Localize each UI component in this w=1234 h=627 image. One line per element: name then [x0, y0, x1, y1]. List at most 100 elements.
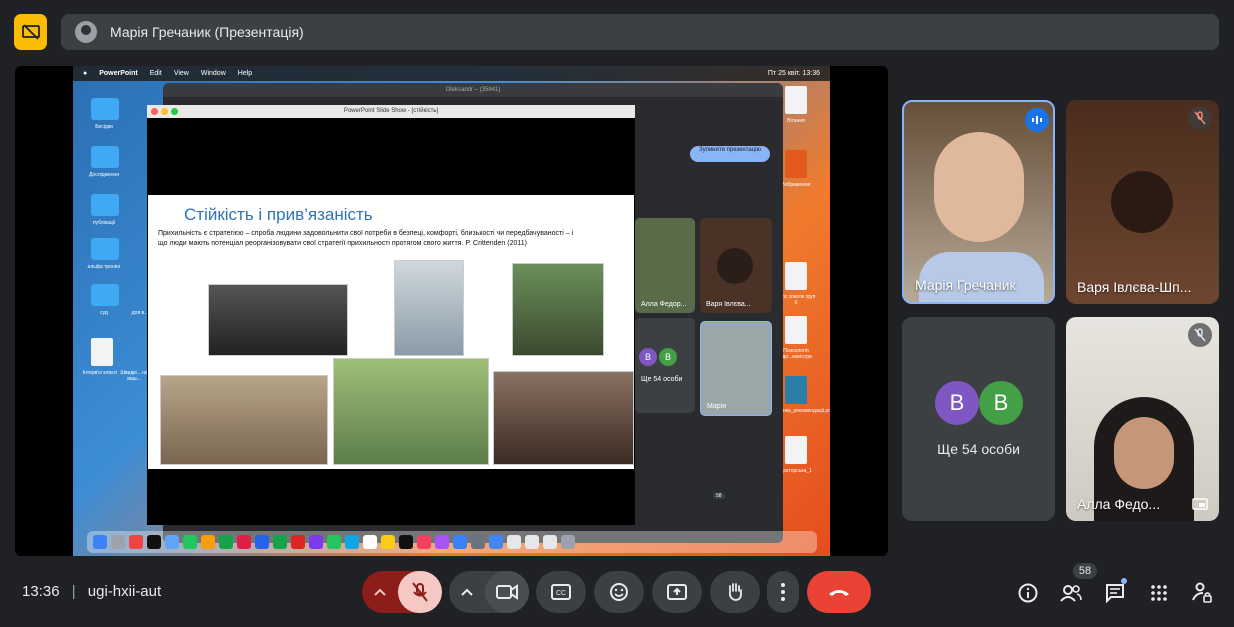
- chevron-up-icon: [374, 588, 386, 596]
- apps-grid-icon: [1151, 585, 1167, 601]
- chat-button[interactable]: [1102, 578, 1128, 606]
- folder-icon: [91, 238, 119, 260]
- others-label: Ще 54 особи: [937, 441, 1020, 457]
- background-window-title: Oleksandr – (35841): [163, 83, 783, 97]
- mini-tile-varia: Варя Івлєва...: [700, 218, 772, 313]
- mini-avatar-b: B: [639, 348, 657, 366]
- document-icon: [91, 338, 113, 366]
- emoji-icon: [610, 583, 628, 601]
- close-window-icon[interactable]: [151, 108, 158, 115]
- mac-dock: [87, 531, 817, 553]
- mic-options-button[interactable]: [362, 588, 398, 596]
- presenter-label: Марія Гречаник (Презентація): [110, 24, 304, 40]
- camera-icon: [496, 584, 518, 600]
- participant-name: Марія Гречаник: [915, 277, 1016, 293]
- app-icon: [201, 535, 215, 549]
- participant-name: Варя Івлєва-Шп...: [1077, 279, 1192, 295]
- music-icon: [417, 535, 431, 549]
- chat-icon: [1106, 584, 1124, 603]
- launchpad-icon: [111, 535, 125, 549]
- menubar-view: View: [173, 70, 189, 77]
- folder-icon: [91, 98, 119, 120]
- messages-icon: [183, 535, 197, 549]
- frame-icon[interactable]: [1192, 497, 1208, 515]
- desktop-label: Бесідки: [95, 124, 113, 130]
- chat-notification-dot: [1121, 578, 1127, 584]
- slide: Стійкість і прив’язаність Прихильність є…: [148, 195, 634, 469]
- photo-ducks: [160, 375, 328, 465]
- pin-presentation-button[interactable]: [14, 14, 47, 50]
- facetime-icon: [219, 535, 233, 549]
- image-file-icon: [785, 150, 807, 178]
- others-tile[interactable]: B B Ще 54 особи: [902, 317, 1055, 521]
- photo-koala: [333, 358, 489, 465]
- whatsapp-icon: [327, 535, 341, 549]
- camera-control-group: [449, 571, 529, 613]
- raise-hand-button[interactable]: [710, 571, 760, 613]
- calendar-icon: [363, 535, 377, 549]
- mini-tile-others: B B Ще 54 особи: [635, 318, 695, 413]
- people-icon: [1060, 585, 1082, 602]
- present-button[interactable]: [652, 571, 702, 613]
- captions-button[interactable]: CC: [536, 571, 586, 613]
- reactions-button[interactable]: [594, 571, 644, 613]
- activities-button[interactable]: [1146, 580, 1172, 606]
- app-icon: [237, 535, 251, 549]
- slide-title: Стійкість і прив’язаність: [184, 205, 373, 224]
- folder-icon: [91, 146, 119, 168]
- podcasts-icon: [435, 535, 449, 549]
- app-icon: [129, 535, 143, 549]
- menubar-app: PowerPoint: [99, 70, 138, 77]
- desktop-label: публікації: [92, 220, 116, 226]
- mic-toggle-button[interactable]: [398, 571, 442, 613]
- mini-tile-name: Марія: [707, 403, 727, 410]
- powerpoint-icon: [291, 535, 305, 549]
- safari-icon: [165, 535, 179, 549]
- document-icon: [785, 262, 807, 290]
- meeting-details-button[interactable]: [1015, 580, 1041, 606]
- slide-text: Прихильність є стратегією – спроба людин…: [158, 230, 574, 247]
- camera-options-button[interactable]: [449, 588, 485, 596]
- folder-icon: [91, 194, 119, 216]
- settings-icon: [471, 535, 485, 549]
- menubar-clock: Пт 25 квіт. 13:36: [767, 70, 820, 77]
- participant-face: [934, 132, 1024, 242]
- mini-tile-alla: Алла Федор...: [635, 218, 695, 313]
- document-icon: [785, 316, 807, 344]
- minimize-window-icon[interactable]: [161, 108, 168, 115]
- mic-off-icon: [412, 582, 428, 602]
- desktop-label: альфа тренінг: [87, 264, 121, 270]
- camera-toggle-button[interactable]: [485, 571, 529, 613]
- mini-tile-name: Алла Федор...: [641, 301, 687, 308]
- host-controls-button[interactable]: [1189, 580, 1215, 606]
- stop-presenting-button[interactable]: Зупинити презентацію: [690, 146, 770, 162]
- more-options-button[interactable]: [767, 571, 799, 613]
- participant-name: Алла Федо...: [1077, 496, 1161, 512]
- participant-tile-varia[interactable]: Варя Івлєва-Шп...: [1066, 100, 1219, 304]
- appstore-icon: [453, 535, 467, 549]
- maximize-window-icon[interactable]: [171, 108, 178, 115]
- people-button[interactable]: [1058, 580, 1084, 606]
- document-icon: [507, 535, 521, 549]
- participant-face: [1114, 417, 1174, 489]
- leave-call-button[interactable]: [807, 571, 871, 613]
- clock: 13:36: [22, 583, 60, 600]
- mini-tile-name: Ще 54 особи: [641, 376, 683, 383]
- mic-control-group: [362, 571, 442, 613]
- desktop-label: Дослідження: [88, 172, 120, 178]
- participant-tile-alla[interactable]: Алла Федо...: [1066, 317, 1219, 521]
- photo-hug: [493, 371, 634, 465]
- viber-icon: [309, 535, 323, 549]
- mini-avatar: [717, 248, 753, 284]
- svg-text:CC: CC: [556, 590, 566, 597]
- document-icon: [785, 436, 807, 464]
- present-screen-icon: [667, 584, 687, 600]
- participant-tile-maria[interactable]: Марія Гречаник: [902, 100, 1055, 304]
- appletv-icon: [399, 535, 413, 549]
- end-call-icon: [829, 590, 849, 596]
- menubar-edit: Edit: [149, 70, 162, 77]
- chrome-icon: [489, 535, 503, 549]
- hand-icon: [728, 583, 742, 601]
- present-off-icon: [21, 24, 40, 40]
- presenter-avatar: [75, 21, 97, 43]
